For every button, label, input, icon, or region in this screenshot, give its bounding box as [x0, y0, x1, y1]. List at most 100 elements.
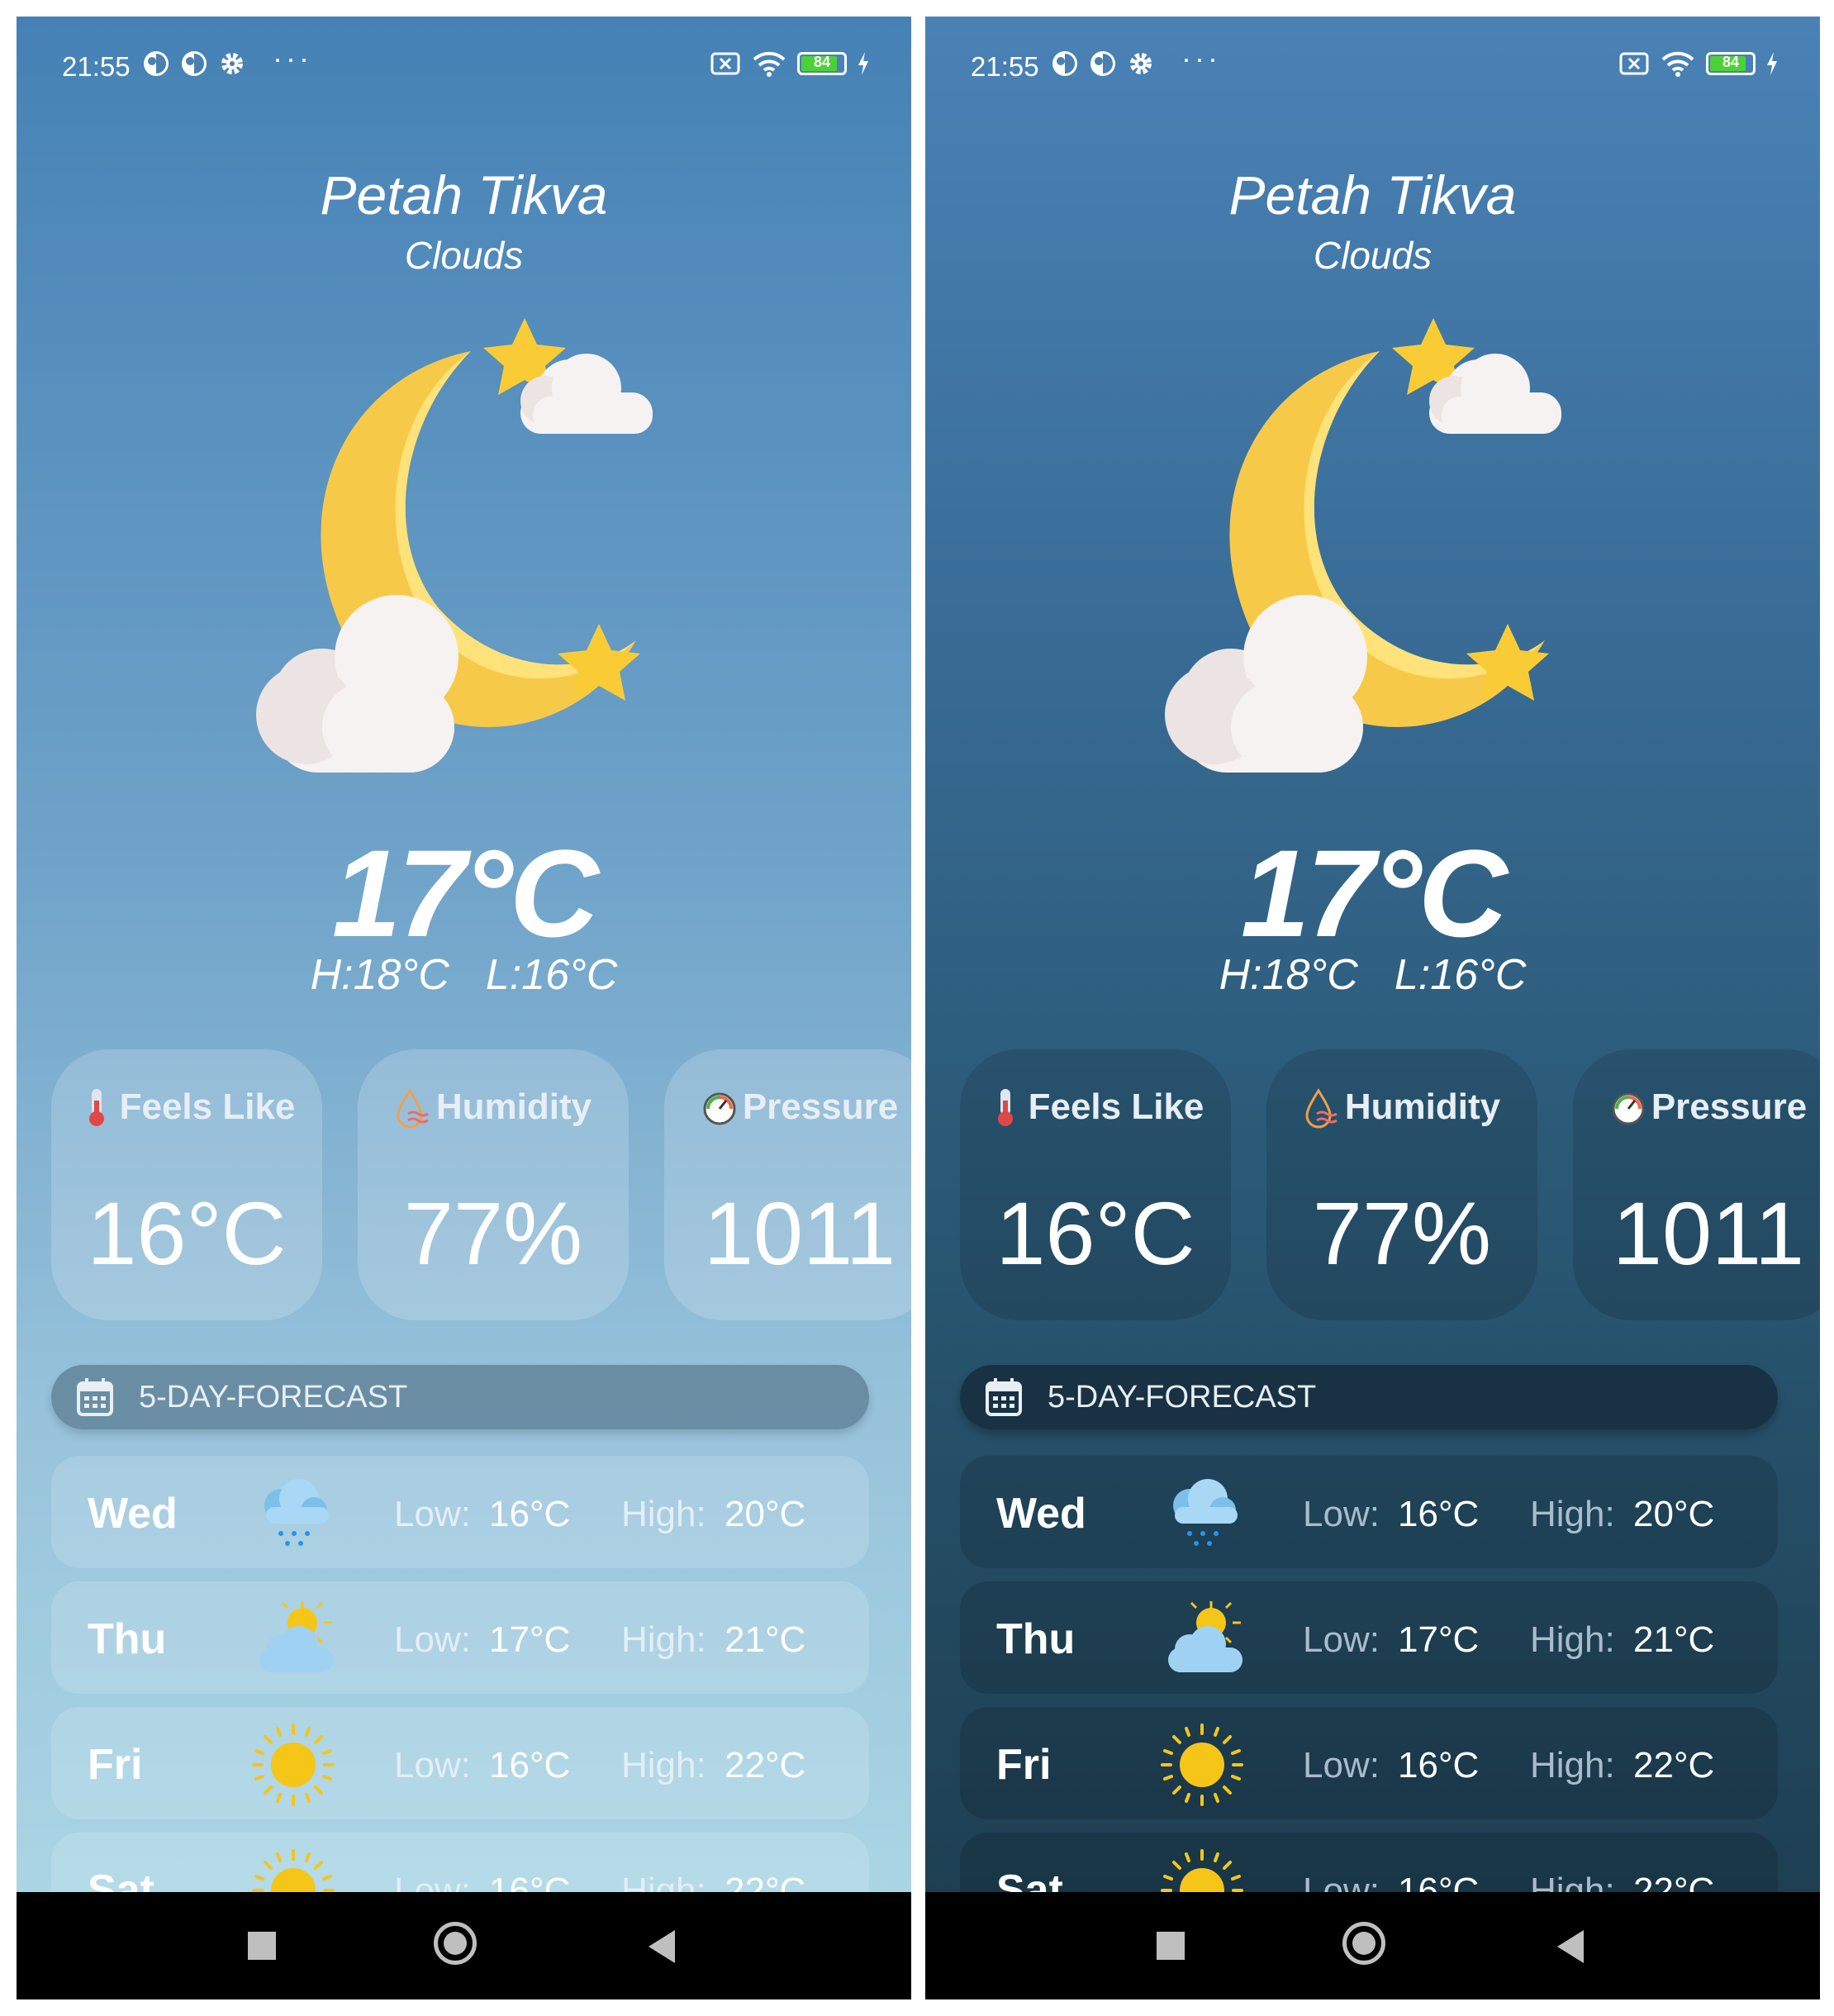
status-bar: 21:55 ··· 84 — [925, 17, 1820, 116]
low-value: 16°C — [489, 1745, 571, 1785]
high-value: 20°C — [1633, 1494, 1715, 1534]
low-label: Low: — [1303, 1745, 1380, 1785]
high-value: 21°C — [725, 1619, 806, 1660]
sun-icon — [1157, 1724, 1247, 1806]
high-value: 22°C — [725, 1871, 806, 1892]
forecast-day: Sat — [88, 1866, 154, 1892]
humidity-value: 77% — [1312, 1183, 1492, 1283]
forecast-day: Wed — [996, 1490, 1086, 1538]
thermometer-icon — [997, 1089, 1013, 1126]
feels-like-card[interactable]: Feels Like 16°C — [51, 1049, 322, 1320]
gear-icon — [1127, 50, 1155, 78]
no-sim-icon — [1619, 52, 1649, 75]
humidity-card[interactable]: Humidity 77% — [1266, 1049, 1537, 1320]
low-value: 16°C — [1398, 1494, 1480, 1534]
app-screen: 21:55 ··· 84 Petah Tikva Clouds 17°C H:1… — [17, 17, 911, 1892]
forecast-row[interactable]: Wed Low: 16°C High: 20°C — [960, 1456, 1778, 1568]
forecast-row[interactable]: Sat Low: 16°C High: 22°C — [960, 1833, 1778, 1892]
humidity-icon — [1305, 1088, 1337, 1129]
pressure-card[interactable]: Pressure 1011 — [1573, 1049, 1820, 1320]
city-name: Petah Tikva — [1228, 164, 1517, 226]
forecast-header: 5-DAY-FORECAST — [960, 1365, 1778, 1429]
charging-icon — [1767, 52, 1777, 75]
low-temperature: L:16°C — [1394, 951, 1527, 999]
weather-condition: Clouds — [1313, 234, 1433, 277]
city-name: Petah Tikva — [320, 164, 608, 226]
back-button[interactable] — [649, 1930, 675, 1963]
pressure-label: Pressure — [742, 1086, 899, 1127]
battery-icon: 84 — [797, 52, 847, 75]
battery-level: 84 — [1722, 54, 1740, 70]
forecast-list[interactable]: Wed Low: 16°C High: 20°C Thu Low: 17°C High: 21°C… — [51, 1456, 869, 1892]
forecast-row[interactable]: Fri Low: 16°C High: 22°C — [51, 1707, 869, 1819]
app-notification-icon — [1051, 50, 1079, 78]
high-value: 22°C — [725, 1745, 806, 1785]
high-label: High: — [1530, 1871, 1615, 1892]
status-bar: 21:55 ··· 84 — [17, 17, 911, 116]
forecast-list[interactable]: Wed Low: 16°C High: 20°C Thu Low: 17°C High: 21°C… — [960, 1456, 1778, 1892]
high-value: 20°C — [725, 1494, 806, 1534]
forecast-day: Fri — [996, 1741, 1052, 1789]
wifi-icon — [753, 51, 786, 77]
high-value: 21°C — [1633, 1619, 1715, 1660]
phone-light-theme: 21:55 ··· 84 Petah Tikva Clouds 17°C H:1… — [17, 17, 911, 1999]
sun-icon — [248, 1724, 339, 1806]
feels-like-value: 16°C — [87, 1183, 287, 1283]
low-value: 16°C — [1398, 1745, 1480, 1785]
system-icons: 84 — [708, 50, 870, 78]
high-label: High: — [621, 1871, 706, 1892]
gauge-icon — [1612, 1092, 1645, 1125]
calendar-icon — [986, 1378, 1022, 1416]
battery-icon: 84 — [1706, 52, 1756, 75]
recents-button[interactable] — [248, 1932, 276, 1960]
sun-icon — [248, 1849, 339, 1892]
app-notification-icon — [1089, 50, 1117, 78]
low-label: Low: — [394, 1871, 471, 1892]
rain-cloud-icon — [248, 1472, 339, 1555]
forecast-row[interactable]: Fri Low: 16°C High: 22°C — [960, 1707, 1778, 1819]
thermometer-icon — [88, 1089, 104, 1126]
high-label: High: — [621, 1745, 706, 1785]
forecast-row[interactable]: Thu Low: 17°C High: 21°C — [51, 1581, 869, 1694]
humidity-icon — [397, 1088, 429, 1129]
feels-like-card[interactable]: Feels Like 16°C — [960, 1049, 1231, 1320]
forecast-day: Wed — [88, 1490, 178, 1538]
home-button[interactable] — [1342, 1922, 1385, 1965]
stats-carousel[interactable]: Feels Like 16°C Humidity 77% Pressure 10… — [51, 1049, 911, 1320]
high-low: H:18°C L:16°C — [17, 950, 911, 1000]
home-button[interactable] — [434, 1922, 477, 1965]
navigation-bar — [17, 1892, 911, 1999]
low-temperature: L:16°C — [485, 951, 618, 999]
forecast-day: Thu — [996, 1615, 1076, 1663]
forecast-title: 5-DAY-FORECAST — [139, 1379, 408, 1415]
high-label: High: — [621, 1619, 706, 1660]
low-label: Low: — [1303, 1494, 1380, 1534]
status-time: 21:55 — [971, 51, 1039, 82]
current-temperature: 17°C — [331, 824, 599, 963]
sun-icon — [1157, 1849, 1247, 1892]
humidity-card[interactable]: Humidity 77% — [358, 1049, 629, 1320]
no-sim-icon — [710, 52, 740, 75]
stats-carousel[interactable]: Feels Like 16°C Humidity 77% Pressure 10… — [960, 1049, 1820, 1320]
partly-sunny-icon — [248, 1598, 339, 1681]
high-label: High: — [1530, 1745, 1615, 1785]
recents-button[interactable] — [1157, 1932, 1185, 1960]
low-value: 17°C — [489, 1619, 571, 1660]
forecast-row[interactable]: Thu Low: 17°C High: 21°C — [960, 1581, 1778, 1694]
forecast-row[interactable]: Sat Low: 16°C High: 22°C — [51, 1833, 869, 1892]
forecast-row[interactable]: Wed Low: 16°C High: 20°C — [51, 1456, 869, 1568]
gauge-icon — [703, 1092, 736, 1125]
high-value: 22°C — [1633, 1871, 1715, 1892]
notification-icons — [1051, 50, 1155, 78]
back-button[interactable] — [1557, 1930, 1584, 1963]
pressure-card[interactable]: Pressure 1011 — [664, 1049, 911, 1320]
low-value: 16°C — [1398, 1871, 1480, 1892]
feels-like-label: Feels Like — [119, 1086, 296, 1127]
app-notification-icon — [142, 50, 170, 78]
rain-cloud-icon — [1157, 1472, 1247, 1555]
charging-icon — [858, 52, 868, 75]
forecast-day: Sat — [996, 1866, 1063, 1892]
weather-condition: Clouds — [404, 234, 524, 277]
humidity-label: Humidity — [435, 1086, 592, 1127]
low-label: Low: — [394, 1619, 471, 1660]
